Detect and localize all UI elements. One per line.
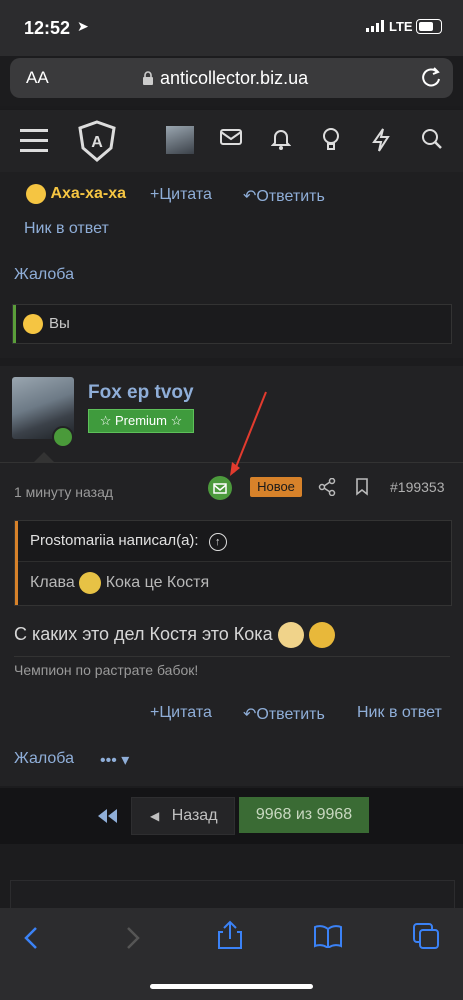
reactions-accent <box>13 305 16 343</box>
quote-author[interactable]: Prostomariia написал(а): ↑ <box>30 532 227 551</box>
laugh-emoji-icon <box>26 184 46 204</box>
report-button[interactable]: Жалоба <box>14 750 74 768</box>
bookmark-icon[interactable] <box>355 478 369 496</box>
dizzy-emoji-icon <box>308 622 335 648</box>
reaction-laugh[interactable]: Аха-ха-ха <box>26 184 126 204</box>
reply-icon: ↶ <box>243 188 257 205</box>
message-arrow <box>34 452 54 462</box>
new-badge: Новое <box>250 477 302 497</box>
tabs-icon[interactable] <box>412 922 440 950</box>
status-bar: 12:52 ➤ LTE <box>0 0 463 56</box>
reply-icon: ↶ <box>243 706 257 723</box>
reactions-summary[interactable]: Вы <box>12 304 452 344</box>
battery-icon <box>416 19 442 34</box>
svg-text:A: A <box>91 134 103 151</box>
prev-page-button[interactable]: ◀ Назад <box>131 797 235 835</box>
page-selector[interactable]: 9968 из 9968 <box>239 797 369 833</box>
quote-button[interactable]: +Цитата <box>150 704 212 722</box>
message-text: С каких это дел Костя это Кока <box>14 622 335 648</box>
clock: 12:52 <box>24 18 71 38</box>
more-options-button[interactable]: ••• ▾ <box>100 750 129 770</box>
search-icon[interactable] <box>421 128 443 150</box>
back-icon[interactable] <box>22 926 42 950</box>
signal-icon <box>366 20 384 32</box>
username[interactable]: Fox ep tvoy <box>88 382 194 404</box>
location-icon: ➤ <box>77 18 89 34</box>
forward-icon[interactable] <box>122 926 142 950</box>
online-status-icon <box>52 426 74 448</box>
quote-accent <box>15 521 18 605</box>
nick-reply-button[interactable]: Ник в ответ <box>24 220 109 238</box>
reactions-summary-text: Вы <box>49 315 70 332</box>
text-size-button[interactable]: AA <box>26 68 49 88</box>
first-page-icon[interactable] <box>92 799 124 833</box>
bell-icon[interactable] <box>271 128 291 150</box>
reload-icon[interactable] <box>420 66 442 88</box>
lightning-icon[interactable] <box>372 128 390 152</box>
address-bar[interactable]: AA anticollector.biz.ua <box>10 58 453 98</box>
report-button[interactable]: Жалоба <box>14 266 74 284</box>
avatar[interactable] <box>166 126 194 154</box>
eyeroll-emoji-icon <box>277 622 304 648</box>
network-label: LTE <box>389 19 413 34</box>
site-logo-icon[interactable]: A <box>77 120 117 162</box>
bookmarks-icon[interactable] <box>313 924 343 948</box>
post-number[interactable]: #199353 <box>390 479 445 495</box>
sick-emoji-icon <box>79 572 102 594</box>
share-sheet-icon[interactable] <box>216 920 244 950</box>
laugh-emoji-icon <box>23 314 43 334</box>
share-icon[interactable] <box>318 478 336 496</box>
chevron-left-icon: ◀ <box>150 809 160 823</box>
premium-badge: ☆ Premium ☆ <box>88 409 194 433</box>
post-time[interactable]: 1 минуту назад <box>14 484 113 500</box>
signature-divider <box>14 656 450 657</box>
reaction-label: Аха-ха-ха <box>50 185 127 203</box>
reply-button[interactable]: ↶Ответить <box>243 186 325 206</box>
url-text[interactable]: anticollector.biz.ua <box>160 68 308 89</box>
nick-reply-button[interactable]: Ник в ответ <box>357 704 442 722</box>
quote-text: Клава Кока це Костя <box>30 572 209 594</box>
lock-icon <box>143 71 153 85</box>
inbox-icon[interactable] <box>220 128 242 146</box>
quote-button[interactable]: +Цитата <box>150 186 212 204</box>
menu-icon[interactable] <box>20 128 50 154</box>
lightbulb-icon[interactable] <box>322 128 340 152</box>
chevron-down-icon: ▾ <box>121 752 130 769</box>
annotation-arrow <box>230 391 267 476</box>
site-header: A <box>0 110 463 172</box>
home-indicator <box>150 984 313 989</box>
jump-to-quote-icon[interactable]: ↑ <box>208 533 227 551</box>
signature: Чемпион по растрате бабок! <box>14 662 199 678</box>
reply-button[interactable]: ↶Ответить <box>243 704 325 724</box>
